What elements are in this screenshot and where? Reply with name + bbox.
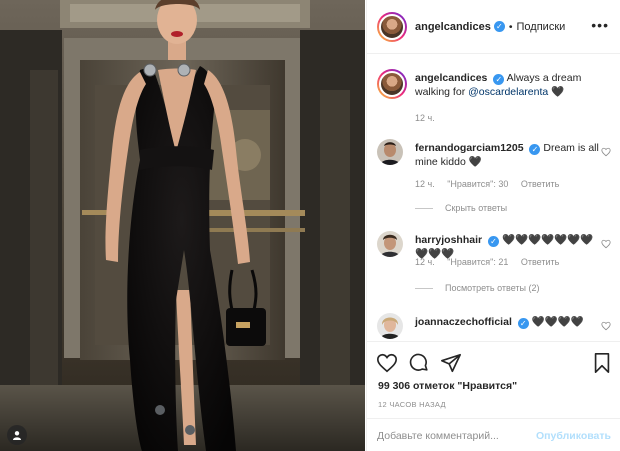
comment-body: 🖤🖤🖤🖤 (531, 316, 584, 328)
post-timestamp[interactable]: 12 ЧАСОВ НАЗАД (378, 400, 446, 409)
post-side-panel: angelcandices ✓ • Подписки ••• angelcand… (366, 0, 620, 451)
user-tag-icon[interactable] (7, 425, 27, 445)
reply-button[interactable]: Ответить (521, 257, 559, 267)
reply-button[interactable]: Ответить (521, 179, 559, 189)
share-icon[interactable] (440, 352, 462, 374)
hide-replies-label: Скрыть ответы (445, 203, 508, 213)
verified-badge-icon: ✓ (488, 236, 500, 247)
publish-button[interactable]: Опубликовать (536, 430, 611, 442)
thread-line (415, 287, 433, 289)
comment-item: joannaczechofficial ✓ 🖤🖤🖤🖤 (377, 313, 615, 341)
runway-photo-image (0, 0, 365, 451)
comment-likes-count[interactable]: "Нравится": 30 (447, 179, 508, 189)
verified-badge-icon: ✓ (493, 21, 505, 32)
thread-line (415, 207, 433, 209)
comment-like-icon[interactable] (601, 239, 611, 249)
verified-badge-icon: ✓ (493, 74, 505, 85)
caption-time[interactable]: 12 ч. (415, 113, 435, 123)
author-avatar[interactable] (377, 11, 407, 42)
comment-item: fernandogarciam1205 ✓ Dream is all mine … (377, 139, 615, 219)
comment-icon[interactable] (408, 352, 430, 374)
comment-text: fernandogarciam1205 ✓ Dream is all mine … (415, 141, 600, 169)
commenter-avatar[interactable] (377, 231, 403, 257)
post-actions: 99 306 отметок "Нравится" 12 ЧАСОВ НАЗАД… (367, 341, 620, 451)
post-header: angelcandices ✓ • Подписки ••• (367, 0, 620, 54)
more-options-icon[interactable]: ••• (591, 18, 609, 32)
comment-time[interactable]: 12 ч. (415, 257, 435, 267)
comments-list: angelcandices ✓ Always a dream walking f… (367, 55, 620, 341)
caption-row: angelcandices ✓ Always a dream walking f… (377, 69, 615, 129)
caption-author-avatar[interactable] (377, 69, 407, 99)
commenter-avatar[interactable] (377, 313, 403, 339)
caption-mention-link[interactable]: @oscardelarenta (468, 86, 548, 98)
commenter-username[interactable]: joannaczechofficial (415, 316, 512, 328)
likes-count[interactable]: 99 306 отметок "Нравится" (378, 380, 517, 392)
verified-badge-icon: ✓ (517, 318, 529, 329)
comment-input[interactable] (377, 429, 537, 442)
commenter-username[interactable]: harryjoshhair (415, 234, 482, 246)
bookmark-icon[interactable] (591, 352, 613, 374)
comment-emoji: 🖤 (468, 156, 482, 168)
comment-meta: 12 ч. "Нравится": 21 Ответить (415, 257, 569, 267)
comment-like-icon[interactable] (601, 321, 611, 331)
commenter-avatar[interactable] (377, 139, 403, 165)
verified-badge-icon: ✓ (529, 144, 541, 155)
caption-text: angelcandices ✓ Always a dream walking f… (415, 71, 600, 99)
comment-like-icon[interactable] (601, 147, 611, 157)
commenter-username[interactable]: fernandogarciam1205 (415, 142, 524, 154)
author-username[interactable]: angelcandices (415, 21, 491, 33)
view-replies-label: Посмотреть ответы (2) (445, 283, 540, 293)
comment-meta: 12 ч. "Нравится": 30 Ответить (415, 179, 569, 189)
comment-text: joannaczechofficial ✓ 🖤🖤🖤🖤 (415, 315, 600, 329)
hide-replies-button[interactable]: Скрыть ответы (415, 203, 507, 213)
view-replies-button[interactable]: Посмотреть ответы (2) (415, 283, 540, 293)
post-photo[interactable] (0, 0, 365, 451)
add-comment-bar: Опубликовать (367, 418, 620, 451)
heart-icon[interactable] (376, 352, 398, 374)
comment-item: harryjoshhair ✓ 🖤🖤🖤🖤🖤🖤🖤🖤🖤🖤 12 ч. "Нравит… (377, 231, 615, 301)
comment-likes-count[interactable]: "Нравится": 21 (447, 257, 508, 267)
caption-meta: 12 ч. (415, 113, 445, 123)
caption-author-username[interactable]: angelcandices (415, 72, 487, 84)
header-separator: • (508, 20, 513, 33)
comment-time[interactable]: 12 ч. (415, 179, 435, 189)
following-button[interactable]: Подписки (517, 21, 566, 33)
caption-emoji: 🖤 (551, 86, 565, 98)
